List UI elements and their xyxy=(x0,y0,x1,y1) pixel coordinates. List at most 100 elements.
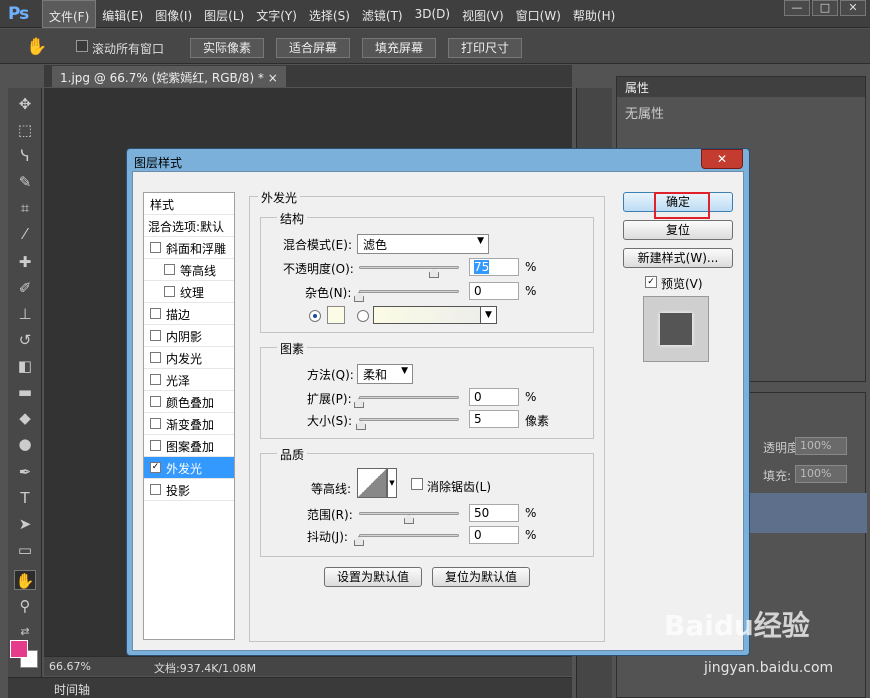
noise-slider-handle[interactable] xyxy=(354,292,364,302)
spread-input[interactable]: 0 xyxy=(469,388,519,406)
style-item[interactable]: 光泽 xyxy=(144,369,234,391)
style-item-checkbox[interactable] xyxy=(150,374,161,385)
menu-window[interactable]: 窗口(W) xyxy=(510,0,567,28)
blend-options-item[interactable]: 混合选项:默认 xyxy=(144,215,234,237)
reset-button[interactable]: 复位 xyxy=(623,220,733,240)
menu-edit[interactable]: 编辑(E) xyxy=(96,0,149,28)
technique-select[interactable]: 柔和 ▼ xyxy=(357,364,413,384)
style-item[interactable]: 描边 xyxy=(144,303,234,325)
menu-file[interactable]: 文件(F) xyxy=(42,0,97,28)
style-item[interactable]: 等高线 xyxy=(144,259,234,281)
opacity-input[interactable]: 75 xyxy=(469,258,519,276)
contour-dropdown-icon[interactable]: ▼ xyxy=(387,468,397,498)
blend-mode-select[interactable]: 滤色 ▼ xyxy=(357,234,489,254)
jitter-slider[interactable] xyxy=(359,534,459,537)
eraser-tool-icon[interactable]: ◧ xyxy=(14,356,36,376)
brush-tool-icon[interactable]: ✐ xyxy=(14,278,36,298)
glow-color-swatch[interactable] xyxy=(327,306,345,324)
foreground-color-front[interactable] xyxy=(10,640,28,658)
style-item-checkbox[interactable] xyxy=(150,330,161,341)
size-input[interactable]: 5 xyxy=(469,410,519,428)
range-input[interactable]: 50 xyxy=(469,504,519,522)
zoom-tool-icon[interactable]: ⚲ xyxy=(14,596,36,616)
reset-default-button[interactable]: 复位为默认值 xyxy=(432,567,530,587)
path-select-tool-icon[interactable]: ➤ xyxy=(14,514,36,534)
layer-fill-field[interactable]: 100% xyxy=(795,465,847,483)
layer-opacity-field[interactable]: 100% xyxy=(795,437,847,455)
noise-slider[interactable] xyxy=(359,290,459,293)
style-item-checkbox[interactable] xyxy=(164,264,175,275)
quick-select-tool-icon[interactable]: ✎ xyxy=(14,172,36,192)
noise-input[interactable]: 0 xyxy=(469,282,519,300)
styles-header[interactable]: 样式 xyxy=(144,193,234,215)
style-item[interactable]: ✓ 外发光 xyxy=(144,457,234,479)
opacity-slider-handle[interactable] xyxy=(429,268,439,278)
gradient-tool-icon[interactable]: ▬ xyxy=(14,382,36,402)
style-item[interactable]: 斜面和浮雕 xyxy=(144,237,234,259)
style-item-checkbox[interactable] xyxy=(150,242,161,253)
gradient-radio[interactable] xyxy=(357,310,369,322)
style-item[interactable]: 渐变叠加 xyxy=(144,413,234,435)
style-item[interactable]: 颜色叠加 xyxy=(144,391,234,413)
menu-layer[interactable]: 图层(L) xyxy=(198,0,250,28)
antialias-checkbox[interactable] xyxy=(411,478,423,490)
stamp-tool-icon[interactable]: ⊥ xyxy=(14,304,36,324)
menu-filter[interactable]: 滤镜(T) xyxy=(356,0,409,28)
size-slider-handle[interactable] xyxy=(356,420,366,430)
crop-tool-icon[interactable]: ⌗ xyxy=(14,198,36,218)
preview-checkbox[interactable]: ✓ xyxy=(645,276,657,288)
opacity-slider[interactable] xyxy=(359,266,459,269)
lasso-tool-icon[interactable]: ᓭ xyxy=(14,146,36,166)
pen-tool-icon[interactable]: ✒ xyxy=(14,462,36,482)
type-tool-icon[interactable]: T xyxy=(14,488,36,508)
menu-select[interactable]: 选择(S) xyxy=(303,0,356,28)
style-item[interactable]: 纹理 xyxy=(144,281,234,303)
style-item[interactable]: 内阴影 xyxy=(144,325,234,347)
actual-pixels-button[interactable]: 实际像素 xyxy=(190,38,264,58)
size-slider[interactable] xyxy=(359,418,459,421)
style-item-checkbox[interactable] xyxy=(150,308,161,319)
new-style-button[interactable]: 新建样式(W)... xyxy=(623,248,733,268)
menu-help[interactable]: 帮助(H) xyxy=(567,0,621,28)
close-window-button[interactable]: ✕ xyxy=(840,0,866,16)
jitter-input[interactable]: 0 xyxy=(469,526,519,544)
style-item-checkbox[interactable]: ✓ xyxy=(150,462,161,473)
healing-tool-icon[interactable]: ✚ xyxy=(14,252,36,272)
range-slider-handle[interactable] xyxy=(404,514,414,524)
fill-screen-button[interactable]: 填充屏幕 xyxy=(362,38,436,58)
properties-tab[interactable]: 属性 xyxy=(617,77,865,97)
style-item[interactable]: 投影 xyxy=(144,479,234,501)
minimize-button[interactable]: — xyxy=(784,0,810,16)
dialog-close-button[interactable]: ✕ xyxy=(701,149,743,169)
hand-tool-active-icon[interactable]: ✋ xyxy=(14,570,36,590)
hand-tool-icon[interactable]: ✋ xyxy=(26,37,47,57)
jitter-slider-handle[interactable] xyxy=(354,536,364,546)
menu-view[interactable]: 视图(V) xyxy=(456,0,510,28)
timeline-label[interactable]: 时间轴 xyxy=(54,681,90,698)
menu-image[interactable]: 图像(I) xyxy=(149,0,198,28)
contour-preview[interactable] xyxy=(357,468,387,498)
solid-color-radio[interactable] xyxy=(309,310,321,322)
style-item[interactable]: 内发光 xyxy=(144,347,234,369)
move-tool-icon[interactable]: ✥ xyxy=(14,94,36,114)
print-size-button[interactable]: 打印尺寸 xyxy=(448,38,522,58)
style-item[interactable]: 图案叠加 xyxy=(144,435,234,457)
style-item-checkbox[interactable] xyxy=(150,396,161,407)
blur-tool-icon[interactable]: ◆ xyxy=(14,408,36,428)
style-item-checkbox[interactable] xyxy=(150,484,161,495)
style-item-checkbox[interactable] xyxy=(150,440,161,451)
scroll-all-checkbox[interactable] xyxy=(76,40,88,52)
eyedropper-tool-icon[interactable]: ⁄ xyxy=(14,224,36,244)
spread-slider-handle[interactable] xyxy=(354,398,364,408)
gradient-picker[interactable]: ▼ xyxy=(373,306,497,324)
shape-tool-icon[interactable]: ▭ xyxy=(14,540,36,560)
style-item-checkbox[interactable] xyxy=(150,352,161,363)
style-item-checkbox[interactable] xyxy=(164,286,175,297)
style-item-checkbox[interactable] xyxy=(150,418,161,429)
menu-3d[interactable]: 3D(D) xyxy=(409,0,456,28)
spread-slider[interactable] xyxy=(359,396,459,399)
make-default-button[interactable]: 设置为默认值 xyxy=(324,567,422,587)
history-brush-tool-icon[interactable]: ↺ xyxy=(14,330,36,350)
swap-colors-icon[interactable]: ⇄ xyxy=(14,622,36,642)
document-tab[interactable]: 1.jpg @ 66.7% (姹紫嫣红, RGB/8) * × xyxy=(52,66,286,87)
